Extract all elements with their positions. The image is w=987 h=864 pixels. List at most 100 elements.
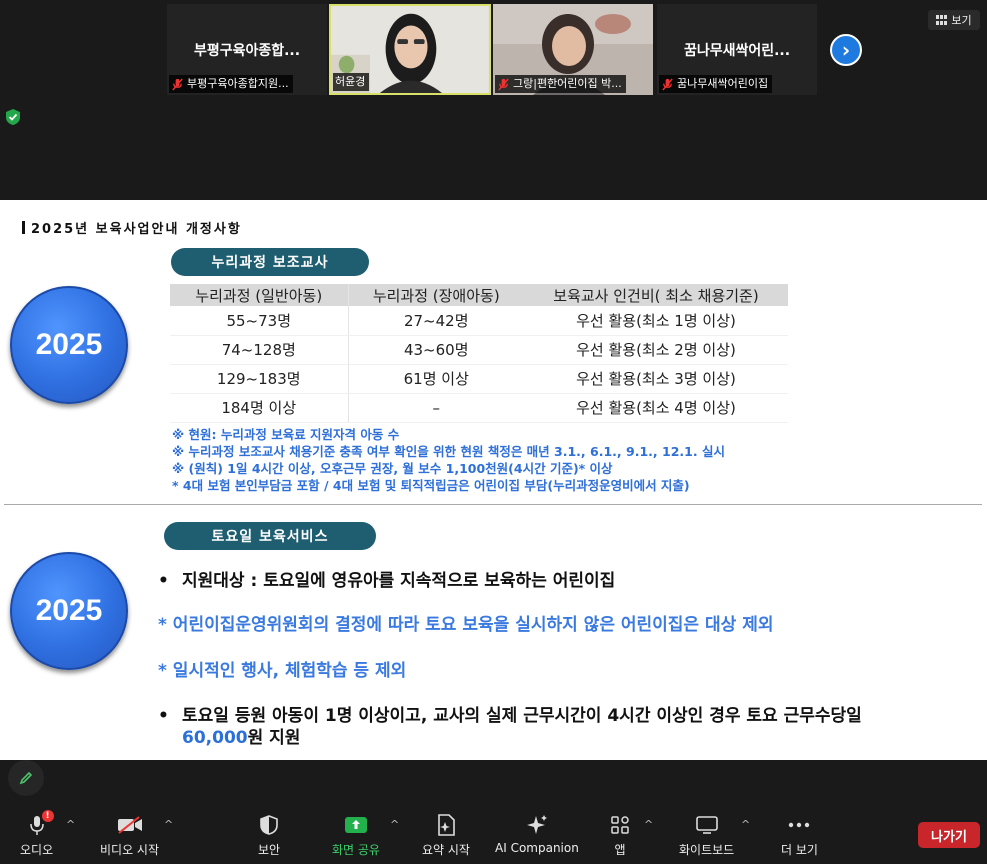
- table-cell: –: [348, 393, 524, 423]
- table-row: 74~128명 43~60명 우선 활용(최소 2명 이상): [170, 335, 788, 365]
- muted-mic-icon: [172, 77, 183, 91]
- table-cell: 27~42명: [348, 306, 524, 336]
- slide-title-text: 2025년 보육사업안내 개정사항: [31, 222, 242, 237]
- meeting-toolbar: ! 오디오 ^ 비디오 시작 ^ 보안 화면 공유 ^ 요약 시작 AI Com…: [0, 800, 987, 864]
- participant-tile-2[interactable]: 허윤경: [329, 4, 491, 95]
- more-button[interactable]: 더 보기: [781, 814, 818, 858]
- table-cell: 184명 이상: [170, 393, 349, 423]
- note-line: ※ 누리과정 보조교사 채용기준 충족 여부 확인을 위한 현원 책정은 매년 …: [172, 444, 725, 459]
- security-label: 보안: [257, 843, 281, 857]
- table-row: 55~73명 27~42명 우선 활용(최소 1명 이상): [170, 306, 788, 336]
- table-cell: 우선 활용(최소 1명 이상): [524, 306, 788, 336]
- security-shield-icon[interactable]: [5, 108, 21, 126]
- participant-caption-text: 그랑|편한어린이집 박...: [513, 77, 622, 90]
- table-cell: 61명 이상: [348, 364, 524, 394]
- chevron-right-icon: ›: [841, 38, 851, 62]
- allowance-amount: 60,000: [182, 728, 248, 748]
- audio-options-caret[interactable]: ^: [66, 818, 75, 831]
- grid-view-icon: [936, 15, 948, 25]
- whiteboard-label: 화이트보드: [679, 843, 735, 857]
- share-label: 화면 공유: [332, 843, 380, 857]
- participant-tile-4[interactable]: 꿈나무새싹어린... 꿈나무새싹어린이집: [657, 4, 817, 95]
- audio-alert-badge: !: [41, 810, 54, 822]
- annotate-pen-button[interactable]: [8, 760, 44, 796]
- participant-tile-3[interactable]: 그랑|편한어린이집 박...: [493, 4, 653, 95]
- allowance-text: 원 지원: [247, 728, 301, 748]
- ai-companion-label: AI Companion: [495, 841, 579, 855]
- table-cell: 우선 활용(최소 3명 이상): [524, 364, 788, 394]
- table-cell: 74~128명: [170, 335, 349, 365]
- share-screen-icon: [343, 814, 369, 836]
- table-row: 184명 이상 – 우선 활용(최소 4명 이상): [170, 393, 788, 423]
- participant-tile-1[interactable]: 부평구육아종합... 부평구육아종합지원...: [167, 4, 327, 95]
- bullet-dot: •: [158, 571, 169, 591]
- summary-button[interactable]: 요약 시작: [422, 814, 470, 858]
- participant-caption-text: 꿈나무새싹어린이집: [677, 77, 769, 90]
- more-label: 더 보기: [781, 843, 818, 857]
- microphone-icon: !: [24, 810, 54, 836]
- nuri-assistant-table: 누리과정 (일반아동) 누리과정 (장애아동) 보육교사 인건비( 최소 채용기…: [170, 284, 788, 423]
- next-participants-button[interactable]: ›: [830, 34, 862, 66]
- table-cell: 우선 활용(최소 2명 이상): [524, 335, 788, 365]
- muted-mic-icon: [662, 77, 673, 91]
- shield-icon: [256, 814, 282, 836]
- whiteboard-icon: [694, 814, 720, 836]
- table-row: 129~183명 61명 이상 우선 활용(최소 3명 이상): [170, 364, 788, 394]
- apps-button[interactable]: 앱: [607, 814, 633, 858]
- exclusion-note-2: * 일시적인 행사, 체험학습 등 제외: [158, 661, 407, 681]
- table-cell: 우선 활용(최소 4명 이상): [524, 393, 788, 423]
- participant-caption: 꿈나무새싹어린이집: [659, 75, 773, 93]
- leave-meeting-button[interactable]: 나가기: [918, 822, 980, 848]
- note-line: ※ 현원: 누리과정 보육료 지원자격 아동 수: [172, 427, 400, 442]
- sparkle-icon: [524, 814, 550, 836]
- more-dots-icon: [786, 814, 812, 836]
- year-circle-1: 2025: [10, 286, 128, 404]
- pencil-icon: [19, 771, 33, 785]
- muted-mic-icon: [498, 77, 509, 91]
- table-header: 누리과정 (일반아동): [170, 284, 349, 306]
- apps-icon: [607, 814, 633, 836]
- section-pill-saturday: 토요일 보육서비스: [164, 522, 376, 550]
- participant-caption: 그랑|편한어린이집 박...: [495, 75, 626, 93]
- table-header: 누리과정 (장애아동): [348, 284, 524, 306]
- shared-screen-slide: 2025년 보육사업안내 개정사항 누리과정 보조교사 2025 누리과정 (일…: [0, 200, 987, 760]
- summary-label: 요약 시작: [422, 843, 470, 857]
- whiteboard-options-caret[interactable]: ^: [741, 818, 750, 831]
- year-circle-2: 2025: [10, 552, 128, 670]
- audio-label: 오디오: [20, 843, 54, 857]
- security-button[interactable]: 보안: [256, 814, 282, 858]
- table-notes: ※ 현원: 누리과정 보육료 지원자격 아동 수 ※ 누리과정 보조교사 채용기…: [172, 426, 725, 494]
- video-off-icon: [117, 814, 143, 836]
- participant-caption: 부평구육아종합지원...: [169, 75, 293, 93]
- view-button-label: 보기: [951, 14, 972, 27]
- table-header-row: 누리과정 (일반아동) 누리과정 (장애아동) 보육교사 인건비( 최소 채용기…: [170, 284, 788, 306]
- video-options-caret[interactable]: ^: [164, 818, 173, 831]
- whiteboard-button[interactable]: 화이트보드: [679, 814, 734, 858]
- table-cell: 55~73명: [170, 306, 349, 336]
- participant-caption: 허윤경: [333, 73, 370, 91]
- table-header: 보육교사 인건비( 최소 채용기준): [524, 284, 788, 306]
- zoom-window: 부평구육아종합... 부평구육아종합지원... 허윤경 그랑|편한어린이집 박.…: [0, 0, 987, 864]
- note-line: * 4대 보험 본인부담금 포함 / 4대 보험 및 퇴직적립금은 어린이집 부…: [172, 478, 690, 493]
- participant-strip: 부평구육아종합... 부평구육아종합지원... 허윤경 그랑|편한어린이집 박.…: [0, 0, 987, 200]
- exclusion-note-1: * 어린이집운영위원회의 결정에 따라 토요 보육을 실시하지 않은 어린이집은…: [158, 615, 774, 635]
- participant-display-name: 꿈나무새싹어린...: [683, 43, 791, 59]
- view-button[interactable]: 보기: [928, 10, 980, 30]
- apps-label: 앱: [614, 843, 626, 857]
- bullet-text: 지원대상 : 토요일에 영유아를 지속적으로 보육하는 어린이집: [182, 571, 616, 591]
- table-cell: 129~183명: [170, 364, 349, 394]
- apps-options-caret[interactable]: ^: [644, 818, 653, 831]
- title-bar-mark: [22, 221, 25, 234]
- summary-icon: [433, 814, 459, 836]
- share-screen-button[interactable]: 화면 공유: [332, 814, 380, 858]
- video-button[interactable]: 비디오 시작: [100, 814, 159, 858]
- video-label: 비디오 시작: [100, 843, 160, 857]
- bullet-allowance-amount: 60,000원 지원: [182, 723, 300, 748]
- audio-button[interactable]: ! 오디오: [20, 810, 54, 858]
- share-options-caret[interactable]: ^: [390, 818, 399, 831]
- section-pill-nuri: 누리과정 보조교사: [171, 248, 369, 276]
- bullet-eligibility: • 지원대상 : 토요일에 영유아를 지속적으로 보육하는 어린이집: [158, 566, 615, 591]
- participant-caption-text: 허윤경: [335, 75, 366, 88]
- ai-companion-button[interactable]: AI Companion: [495, 814, 579, 855]
- section-divider: [4, 504, 982, 505]
